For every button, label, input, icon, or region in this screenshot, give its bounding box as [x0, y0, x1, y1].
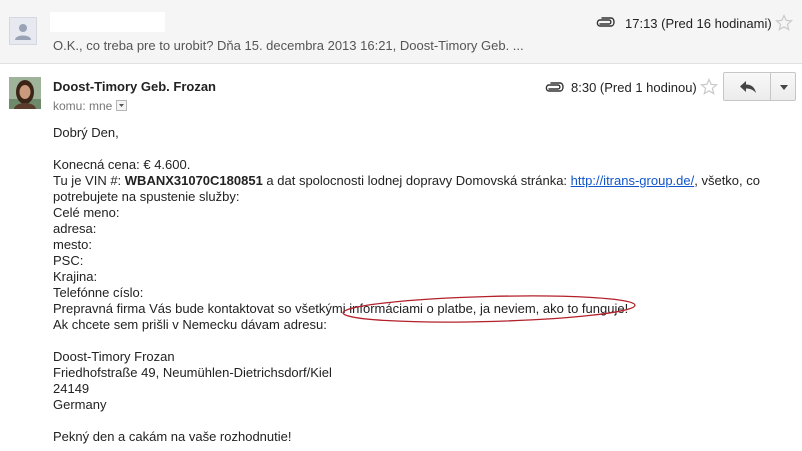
body-germany-line: Ak chcete sem prišli v Nemecku dávam adr…: [53, 317, 327, 332]
recipient-label: komu: mne: [53, 99, 113, 113]
star-outline-icon[interactable]: [775, 14, 793, 32]
address-zip: 24149: [53, 381, 90, 396]
address-name: Doost-Timory Frozan: [53, 349, 175, 364]
reply-arrow-icon: [740, 81, 756, 93]
body-price: Konecná cena: € 4.600.: [53, 157, 191, 172]
address-country: Germany: [53, 397, 107, 412]
reply-button[interactable]: [723, 72, 771, 101]
dropdown-arrow-icon[interactable]: [116, 100, 128, 112]
body-vin-line2: potrebujete na spustenie služby:: [53, 189, 240, 204]
body-closing: Pekný den a cakám na vaše rozhodnutie!: [53, 429, 292, 444]
vin-prefix: Tu je VIN #:: [53, 173, 125, 188]
chevron-down-icon: [780, 85, 788, 90]
collapsed-message[interactable]: O.K., co treba pre to urobit? Dňa 15. de…: [0, 0, 802, 64]
body-greeting: Dobrý Den,: [53, 125, 119, 140]
shipping-text: Prepravná firma Vás bude kontaktovat so …: [53, 301, 350, 316]
message-time: 8:30 (Pred 1 hodinou): [571, 80, 697, 95]
message-body: Dobrý Den, Konecná cena: € 4.600. Tu je …: [53, 125, 793, 445]
sender-avatar: [9, 77, 41, 109]
vin-number: WBANX31070C180851: [124, 173, 263, 188]
recipient-line: komu: mne: [53, 99, 128, 113]
redacted-sender-name: [50, 12, 165, 32]
message-time: 17:13 (Pred 16 hodinami): [625, 16, 772, 31]
address-street: Friedhofstraße 49, Neumühlen-Dietrichsdo…: [53, 365, 332, 380]
more-options-button[interactable]: [770, 72, 796, 101]
field-phone: Telefónne císlo:: [53, 285, 144, 300]
field-zip: PSC:: [53, 253, 84, 268]
highlighted-text: informáciami o platbe, ja neviem, ako to…: [349, 301, 629, 316]
body-vin-line: Tu je VIN #: WBANX31070C180851 a dat spo…: [53, 173, 793, 189]
field-address: adresa:: [53, 221, 97, 236]
paperclip-icon: [596, 17, 615, 27]
vin-suffix: , všetko, co: [694, 173, 760, 188]
gmail-conversation-view: O.K., co treba pre to urobit? Dňa 15. de…: [0, 0, 802, 451]
highlighted-phrase: informáciami o platbe, ja neviem, ako to…: [342, 295, 636, 323]
sender-name[interactable]: Doost-Timory Geb. Frozan: [53, 79, 216, 94]
paperclip-icon: [545, 82, 564, 92]
body-shipping-line: Prepravná firma Vás bude kontaktovat so …: [53, 295, 793, 323]
field-city: mesto:: [53, 237, 93, 252]
star-outline-icon[interactable]: [700, 78, 718, 96]
default-avatar: [9, 17, 37, 45]
message-snippet: O.K., co treba pre to urobit? Dňa 15. de…: [53, 38, 524, 53]
field-country: Krajina:: [53, 269, 98, 284]
vin-middle: a dat spolocnosti lodnej dopravy Domovsk…: [262, 173, 571, 188]
field-full-name: Celé meno:: [53, 205, 120, 220]
shipping-company-link[interactable]: http://itrans-group.de/: [571, 173, 695, 188]
sender-photo-image: [9, 77, 41, 109]
person-silhouette-icon: [15, 24, 31, 40]
